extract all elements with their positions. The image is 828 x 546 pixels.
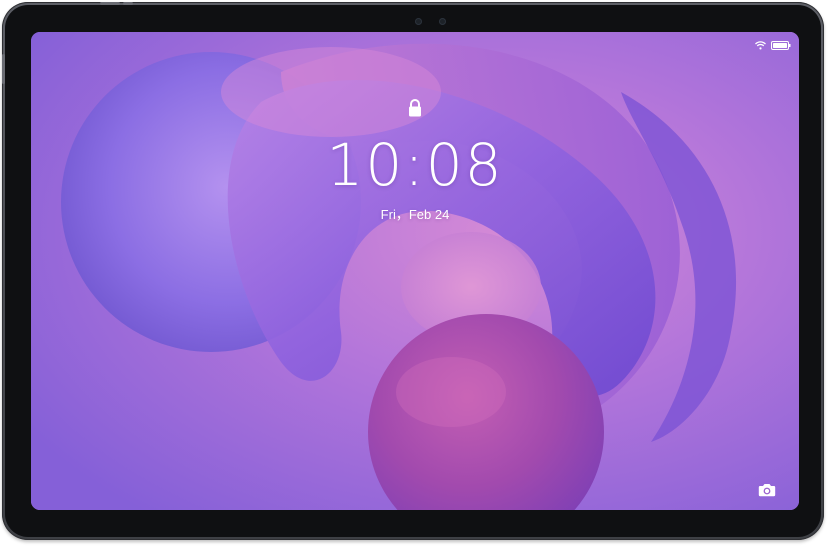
lock-screen[interactable]: 10:08 Fri，Feb 24 (31, 32, 799, 510)
status-icons (755, 37, 791, 55)
light-sensor (439, 18, 446, 25)
lock-screen-clock: 10:08 (326, 131, 504, 199)
status-bar (31, 32, 799, 50)
front-camera-lens (415, 18, 422, 25)
lock-icon (406, 98, 424, 118)
camera-icon[interactable] (757, 481, 777, 499)
battery-icon (771, 37, 791, 55)
wifi-icon (755, 37, 766, 55)
lock-screen-date: Fri，Feb 24 (380, 207, 450, 222)
